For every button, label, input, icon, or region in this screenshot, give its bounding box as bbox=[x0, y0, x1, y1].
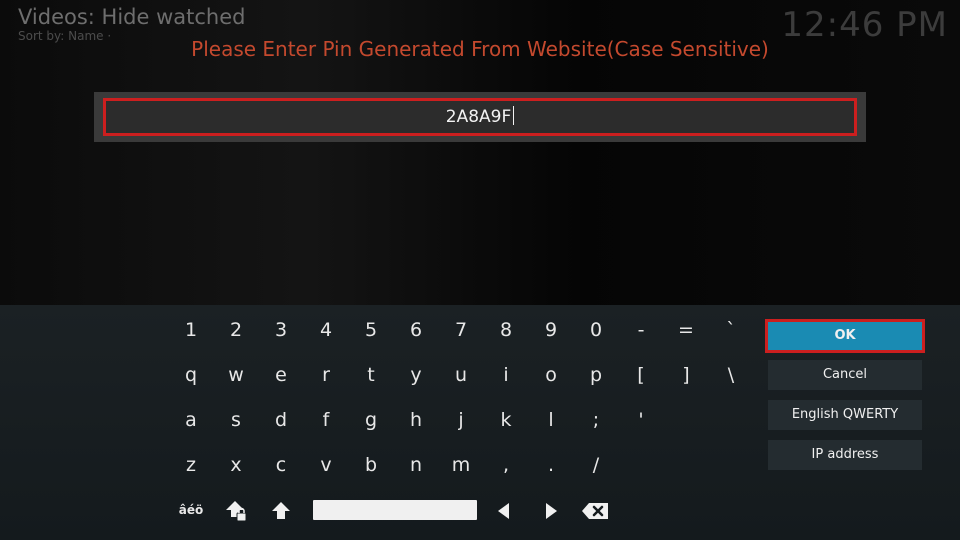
pin-input-value: 2A8A9F bbox=[445, 107, 512, 127]
key[interactable]: 7 bbox=[442, 311, 480, 349]
key[interactable]: \ bbox=[712, 356, 750, 394]
caps-lock-icon[interactable] bbox=[218, 491, 256, 529]
key[interactable]: 1 bbox=[172, 311, 210, 349]
arrow-right-icon[interactable] bbox=[532, 491, 570, 529]
key[interactable]: ' bbox=[622, 401, 660, 439]
arrow-left-icon[interactable] bbox=[485, 491, 523, 529]
window-title: Videos: Hide watched bbox=[18, 5, 246, 29]
key[interactable]: f bbox=[307, 401, 345, 439]
pin-input[interactable]: 2A8A9F bbox=[103, 98, 857, 136]
key[interactable]: c bbox=[262, 446, 300, 484]
key[interactable]: 5 bbox=[352, 311, 390, 349]
key[interactable]: 3 bbox=[262, 311, 300, 349]
key[interactable]: a bbox=[172, 401, 210, 439]
key[interactable]: y bbox=[397, 356, 435, 394]
key[interactable]: w bbox=[217, 356, 255, 394]
key[interactable]: g bbox=[352, 401, 390, 439]
key[interactable]: l bbox=[532, 401, 570, 439]
input-frame: 2A8A9F bbox=[94, 92, 866, 142]
key[interactable]: d bbox=[262, 401, 300, 439]
key[interactable]: x bbox=[217, 446, 255, 484]
key[interactable]: j bbox=[442, 401, 480, 439]
key[interactable]: h bbox=[397, 401, 435, 439]
key[interactable]: ; bbox=[577, 401, 615, 439]
keyboard-layout-button[interactable]: English QWERTY bbox=[768, 400, 922, 430]
key[interactable]: e bbox=[262, 356, 300, 394]
key[interactable]: o bbox=[532, 356, 570, 394]
key[interactable]: k bbox=[487, 401, 525, 439]
key[interactable]: z bbox=[172, 446, 210, 484]
key[interactable]: t bbox=[352, 356, 390, 394]
key[interactable]: s bbox=[217, 401, 255, 439]
key[interactable]: 2 bbox=[217, 311, 255, 349]
key[interactable]: 8 bbox=[487, 311, 525, 349]
key[interactable]: 9 bbox=[532, 311, 570, 349]
key[interactable]: q bbox=[172, 356, 210, 394]
virtual-keyboard: 1 2 3 4 5 6 7 8 9 0- = ` q w e r t y u i o p[] \ a s d f g h j k l; ' z x c… bbox=[0, 305, 960, 540]
accents-key[interactable]: âéö bbox=[172, 491, 210, 529]
key[interactable]: = bbox=[667, 311, 705, 349]
key[interactable]: b bbox=[352, 446, 390, 484]
key[interactable]: - bbox=[622, 311, 660, 349]
key[interactable]: m bbox=[442, 446, 480, 484]
key[interactable]: ] bbox=[667, 356, 705, 394]
ip-address-button[interactable]: IP address bbox=[768, 440, 922, 470]
key[interactable]: v bbox=[307, 446, 345, 484]
key[interactable]: , bbox=[487, 446, 525, 484]
key[interactable]: r bbox=[307, 356, 345, 394]
key[interactable]: u bbox=[442, 356, 480, 394]
shift-icon[interactable] bbox=[262, 491, 300, 529]
text-caret bbox=[513, 106, 515, 125]
dialog-heading: Please Enter Pin Generated From Website(… bbox=[191, 37, 769, 61]
key[interactable]: / bbox=[577, 446, 615, 484]
ok-button[interactable]: OK bbox=[765, 319, 925, 353]
key[interactable]: [ bbox=[622, 356, 660, 394]
backspace-icon[interactable] bbox=[576, 491, 614, 529]
key[interactable]: ` bbox=[712, 311, 750, 349]
key[interactable]: . bbox=[532, 446, 570, 484]
key[interactable]: i bbox=[487, 356, 525, 394]
space-bar[interactable] bbox=[313, 500, 477, 520]
key[interactable]: 6 bbox=[397, 311, 435, 349]
key[interactable]: p bbox=[577, 356, 615, 394]
key[interactable]: 4 bbox=[307, 311, 345, 349]
key[interactable]: 0 bbox=[577, 311, 615, 349]
cancel-button[interactable]: Cancel bbox=[768, 360, 922, 390]
key[interactable]: n bbox=[397, 446, 435, 484]
